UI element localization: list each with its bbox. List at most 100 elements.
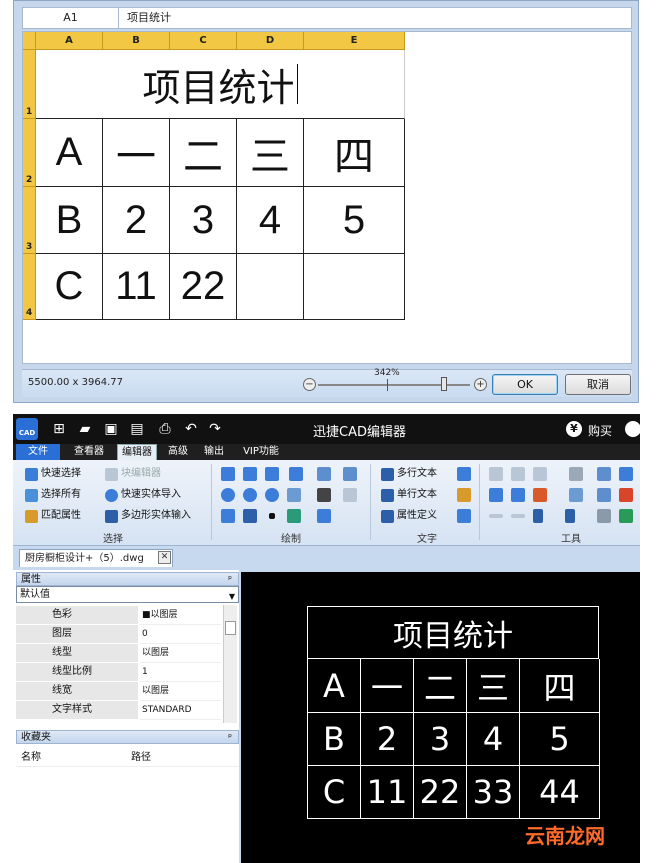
- row-header-1[interactable]: 1: [23, 50, 36, 119]
- multiline-text-button[interactable]: 多行文本: [381, 466, 437, 482]
- trim-icon[interactable]: [569, 488, 583, 502]
- tab-vip[interactable]: VIP功能: [235, 444, 287, 460]
- column-header-d[interactable]: D: [237, 32, 304, 50]
- row-header-3[interactable]: 3: [23, 187, 36, 254]
- pin-icon[interactable]: ᵖ: [228, 573, 232, 587]
- mirror-icon[interactable]: [533, 467, 547, 481]
- pen-icon[interactable]: [317, 488, 331, 502]
- favorites-name-column[interactable]: 名称: [21, 748, 41, 763]
- favorites-path-column[interactable]: 路径: [131, 748, 151, 763]
- new-file-icon[interactable]: ⊞: [51, 421, 67, 437]
- zoom-out-button[interactable]: −: [303, 378, 316, 391]
- grid-table-icon[interactable]: [317, 509, 331, 523]
- copy-icon[interactable]: [597, 467, 611, 481]
- match-properties-button[interactable]: 匹配属性: [25, 508, 81, 524]
- cell-c4[interactable]: 22: [170, 254, 237, 320]
- cell-a3[interactable]: B: [36, 187, 103, 254]
- buy-yen-icon[interactable]: ¥: [566, 421, 582, 437]
- explode-icon[interactable]: [619, 488, 633, 502]
- tab-output[interactable]: 输出: [199, 444, 229, 460]
- pin-icon[interactable]: ᵖ: [228, 731, 232, 745]
- scrollbar-thumb[interactable]: [225, 621, 236, 635]
- cell-e4[interactable]: [304, 254, 405, 320]
- cad-cell-d4[interactable]: 33: [467, 766, 520, 819]
- property-row-color[interactable]: 色彩 ■以图层: [16, 606, 221, 625]
- property-row-lineweight[interactable]: 线宽 以图层: [16, 682, 221, 701]
- table-title-cell[interactable]: 项目统计: [36, 50, 405, 119]
- array-icon[interactable]: [569, 467, 583, 481]
- block-insert-icon[interactable]: [343, 467, 357, 481]
- cad-cell-d3[interactable]: 4: [467, 713, 520, 766]
- cell-a2[interactable]: A: [36, 119, 103, 187]
- app-logo-icon[interactable]: CAD: [16, 418, 38, 440]
- quick-entity-import-button[interactable]: 快速实体导入: [105, 487, 181, 503]
- cell-content-input[interactable]: 项目统计: [127, 8, 171, 28]
- cell-d4[interactable]: [237, 254, 304, 320]
- polygon-draw-icon[interactable]: [221, 488, 235, 502]
- cad-cell-c3[interactable]: 3: [414, 713, 467, 766]
- property-row-linetype[interactable]: 线型 以图层: [16, 644, 221, 663]
- cad-cell-c2[interactable]: 二: [414, 659, 467, 713]
- zoom-in-button[interactable]: +: [474, 378, 487, 391]
- text-edit-icon[interactable]: [457, 488, 471, 502]
- polygon-entity-input-button[interactable]: 多边形实体输入: [105, 508, 191, 524]
- cell-d3[interactable]: 4: [237, 187, 304, 254]
- select-all-button[interactable]: 选择所有: [25, 487, 81, 503]
- point-icon[interactable]: [269, 513, 275, 519]
- chamfer-icon[interactable]: [565, 509, 575, 523]
- cad-cell-e2[interactable]: 四: [520, 659, 600, 713]
- line-icon[interactable]: [221, 467, 235, 481]
- stretch-icon[interactable]: [511, 488, 525, 502]
- spline-icon[interactable]: [289, 467, 303, 481]
- cell-b4[interactable]: 11: [103, 254, 170, 320]
- move-icon[interactable]: [489, 467, 503, 481]
- drawing-canvas[interactable]: 项目统计 A 一 二 三 四 B 2 3 4 5 C 11 22 33 44 云…: [241, 572, 640, 863]
- cad-table-title[interactable]: 项目统计: [307, 606, 599, 659]
- tab-viewer[interactable]: 查看器: [69, 444, 109, 460]
- save-as-icon[interactable]: ▤: [129, 421, 145, 437]
- cad-cell-e3[interactable]: 5: [520, 713, 600, 766]
- cell-b3[interactable]: 2: [103, 187, 170, 254]
- sheet-corner[interactable]: [23, 32, 36, 50]
- property-preset-select[interactable]: 默认值 ▼: [16, 586, 239, 603]
- tab-file[interactable]: 文件: [16, 444, 60, 460]
- ellipse-icon[interactable]: [287, 488, 301, 502]
- property-row-text-style[interactable]: 文字样式 STANDARD: [16, 701, 221, 720]
- user-account-icon[interactable]: [625, 421, 641, 437]
- property-row-layer[interactable]: 图层 0: [16, 625, 221, 644]
- hatch-icon[interactable]: [243, 509, 257, 523]
- row-header-4[interactable]: 4: [23, 254, 36, 320]
- cad-cell-d2[interactable]: 三: [467, 659, 520, 713]
- single-line-text-button[interactable]: 单行文本: [381, 487, 437, 503]
- block-editor-button[interactable]: 块编辑器: [105, 466, 161, 482]
- ok-button[interactable]: OK: [492, 374, 558, 395]
- layer-icon[interactable]: [619, 509, 633, 523]
- property-row-linetype-scale[interactable]: 线型比例 1: [16, 663, 221, 682]
- rotate-icon[interactable]: [511, 467, 525, 481]
- column-header-e[interactable]: E: [304, 32, 405, 50]
- cad-cell-b4[interactable]: 11: [361, 766, 414, 819]
- revision-cloud-icon[interactable]: [221, 509, 235, 523]
- cad-cell-a2[interactable]: A: [307, 659, 361, 713]
- scale-icon[interactable]: [489, 488, 503, 502]
- cell-e3[interactable]: 5: [304, 187, 405, 254]
- favorites-list[interactable]: [16, 766, 239, 863]
- attribute-definition-button[interactable]: 属性定义: [381, 508, 437, 524]
- column-header-a[interactable]: A: [36, 32, 103, 50]
- quick-select-button[interactable]: 快速选择: [25, 466, 81, 482]
- text-replace-icon[interactable]: [457, 509, 471, 523]
- tab-advanced[interactable]: 高级: [163, 444, 193, 460]
- zoom-slider-thumb[interactable]: [441, 377, 447, 391]
- text-style-icon[interactable]: [457, 467, 471, 481]
- redo-icon[interactable]: ↷: [207, 421, 223, 437]
- zoom-slider-track[interactable]: [318, 384, 470, 386]
- cad-cell-c4[interactable]: 22: [414, 766, 467, 819]
- print-icon[interactable]: ⎙: [157, 421, 173, 437]
- cell-d2[interactable]: 三: [237, 119, 304, 187]
- join-icon[interactable]: [511, 514, 525, 518]
- open-folder-icon[interactable]: ▰: [77, 421, 93, 437]
- tab-editor[interactable]: 编辑器: [117, 444, 157, 460]
- cad-cell-a3[interactable]: B: [307, 713, 361, 766]
- column-header-c[interactable]: C: [170, 32, 237, 50]
- window-icon[interactable]: [619, 467, 633, 481]
